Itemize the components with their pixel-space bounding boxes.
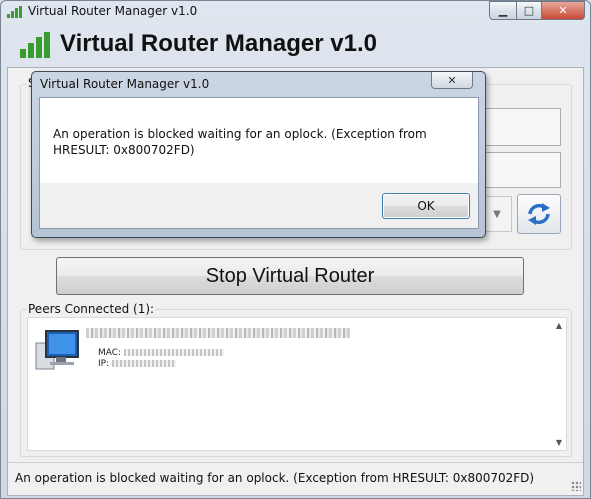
- title-bar[interactable]: Virtual Router Manager v1.0 ▁ □ ✕: [1, 1, 590, 23]
- maximize-icon: □: [523, 4, 535, 17]
- computer-icon: [35, 330, 79, 370]
- scroll-down-arrow[interactable]: ▼: [556, 438, 562, 447]
- ok-button[interactable]: OK: [382, 193, 470, 219]
- refresh-button[interactable]: [517, 194, 561, 234]
- close-icon: ✕: [558, 4, 568, 17]
- minimize-button[interactable]: ▁: [489, 1, 517, 20]
- close-icon: ✕: [447, 73, 457, 87]
- peer-mac-label: MAC:: [98, 348, 122, 358]
- peer-hostname: [86, 328, 350, 338]
- dialog-close-button[interactable]: ✕: [431, 72, 473, 89]
- dialog-footer: OK: [39, 183, 479, 229]
- dialog-title: Virtual Router Manager v1.0: [40, 77, 210, 91]
- close-button[interactable]: ✕: [542, 1, 585, 20]
- window-title: Virtual Router Manager v1.0: [28, 4, 198, 18]
- network-name-input[interactable]: [484, 108, 561, 146]
- minimize-icon: ▁: [498, 4, 508, 17]
- status-text: An operation is blocked waiting for an o…: [15, 471, 535, 485]
- stop-virtual-router-button[interactable]: Stop Virtual Router: [56, 257, 524, 295]
- chevron-down-icon: ▼: [493, 208, 501, 220]
- dialog-body: An operation is blocked waiting for an o…: [39, 97, 479, 185]
- peers-list[interactable]: MAC: IP: ▲ ▼: [27, 317, 567, 451]
- dialog-message: An operation is blocked waiting for an o…: [53, 127, 427, 157]
- page-title: Virtual Router Manager v1.0: [60, 30, 377, 57]
- shared-connection-dropdown[interactable]: ▼: [482, 196, 512, 232]
- resize-grip-icon[interactable]: [571, 481, 581, 491]
- signal-bars-icon: [20, 32, 50, 58]
- peer-ip: IP:: [98, 359, 176, 369]
- error-dialog: Virtual Router Manager v1.0 ✕ An operati…: [31, 71, 486, 238]
- refresh-icon: [528, 203, 550, 225]
- peer-mac: MAC:: [98, 348, 224, 358]
- maximize-button[interactable]: □: [517, 1, 542, 20]
- scroll-up-arrow[interactable]: ▲: [556, 321, 562, 330]
- peer-ip-label: IP:: [98, 359, 110, 369]
- status-bar: An operation is blocked waiting for an o…: [8, 462, 583, 493]
- password-input[interactable]: [484, 152, 561, 188]
- peers-connected-label: Peers Connected (1):: [27, 302, 156, 316]
- signal-bars-icon: [7, 6, 22, 18]
